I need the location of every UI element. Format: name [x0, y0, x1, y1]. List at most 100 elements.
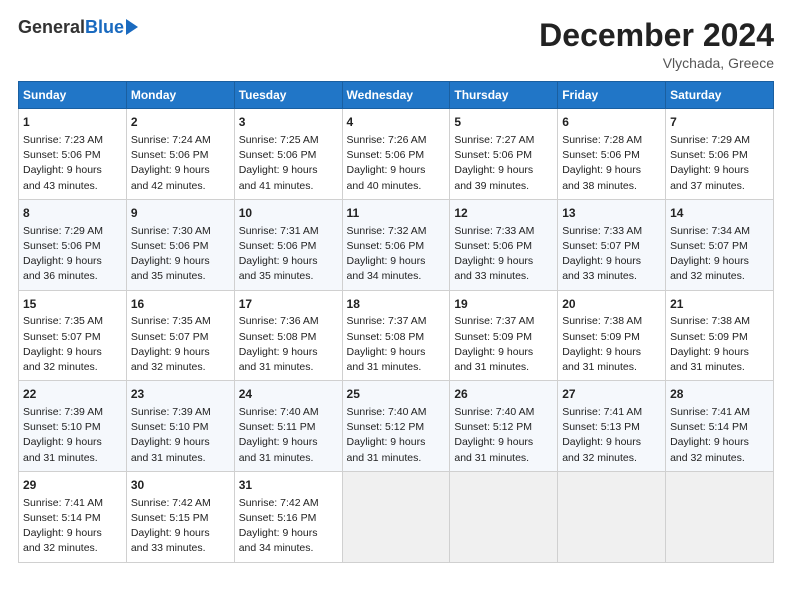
logo-blue: Blue	[85, 18, 124, 38]
calendar-day-cell: 21Sunrise: 7:38 AM Sunset: 5:09 PM Dayli…	[666, 290, 774, 381]
calendar-table: SundayMondayTuesdayWednesdayThursdayFrid…	[18, 81, 774, 562]
day-number: 6	[562, 114, 661, 131]
calendar-day-cell: 27 Sunrise: 7:41 AM Sunset: 5:13 PM Dayli…	[558, 381, 666, 472]
calendar-week-row: 8Sunrise: 7:29 AM Sunset: 5:06 PM Daylig…	[19, 199, 774, 290]
calendar-day-cell	[558, 471, 666, 562]
title-area: December 2024 Vlychada, Greece	[539, 18, 774, 71]
day-info: Sunrise: 7:29 AM Sunset: 5:06 PM Dayligh…	[23, 224, 122, 285]
calendar-header-row: SundayMondayTuesdayWednesdayThursdayFrid…	[19, 82, 774, 109]
calendar-day-cell	[342, 471, 450, 562]
calendar-day-cell: 12 Sunrise: 7:33 AM Sunset: 5:06 PM Dayli…	[450, 199, 558, 290]
weekday-header: Saturday	[666, 82, 774, 109]
day-number: 11	[347, 205, 446, 222]
calendar-day-cell: 23 Sunrise: 7:39 AM Sunset: 5:10 PM Dayli…	[126, 381, 234, 472]
day-number: 21	[670, 296, 769, 313]
logo-text: General Blue	[18, 18, 138, 38]
weekday-header: Monday	[126, 82, 234, 109]
day-info: Sunrise: 7:40 AM Sunset: 5:12 PM Dayligh…	[347, 405, 446, 466]
calendar-week-row: 22 Sunrise: 7:39 AM Sunset: 5:10 PM Dayli…	[19, 381, 774, 472]
day-info: Sunrise: 7:33 AM Sunset: 5:06 PM Dayligh…	[454, 224, 553, 285]
day-info: Sunrise: 7:25 AM Sunset: 5:06 PM Dayligh…	[239, 133, 338, 194]
main-title: December 2024	[539, 18, 774, 53]
day-number: 9	[131, 205, 230, 222]
logo-arrow-icon	[126, 19, 138, 35]
day-number: 20	[562, 296, 661, 313]
day-number: 5	[454, 114, 553, 131]
day-number: 24	[239, 386, 338, 403]
day-info: Sunrise: 7:41 AM Sunset: 5:13 PM Dayligh…	[562, 405, 661, 466]
day-number: 16	[131, 296, 230, 313]
day-number: 4	[347, 114, 446, 131]
calendar-day-cell: 28 Sunrise: 7:41 AM Sunset: 5:14 PM Dayli…	[666, 381, 774, 472]
day-number: 15	[23, 296, 122, 313]
day-info: Sunrise: 7:40 AM Sunset: 5:11 PM Dayligh…	[239, 405, 338, 466]
day-info: Sunrise: 7:37 AM Sunset: 5:09 PM Dayligh…	[454, 314, 553, 375]
day-number: 23	[131, 386, 230, 403]
calendar-day-cell: 20Sunrise: 7:38 AM Sunset: 5:09 PM Dayli…	[558, 290, 666, 381]
calendar-day-cell: 2Sunrise: 7:24 AM Sunset: 5:06 PM Daylig…	[126, 109, 234, 200]
weekday-header: Tuesday	[234, 82, 342, 109]
day-info: Sunrise: 7:28 AM Sunset: 5:06 PM Dayligh…	[562, 133, 661, 194]
calendar-day-cell: 15Sunrise: 7:35 AM Sunset: 5:07 PM Dayli…	[19, 290, 127, 381]
weekday-header: Thursday	[450, 82, 558, 109]
calendar-day-cell: 6 Sunrise: 7:28 AM Sunset: 5:06 PM Daylig…	[558, 109, 666, 200]
day-info: Sunrise: 7:40 AM Sunset: 5:12 PM Dayligh…	[454, 405, 553, 466]
logo: General Blue	[18, 18, 138, 38]
day-number: 25	[347, 386, 446, 403]
logo-general: General	[18, 18, 85, 38]
calendar-day-cell: 25 Sunrise: 7:40 AM Sunset: 5:12 PM Dayli…	[342, 381, 450, 472]
day-number: 18	[347, 296, 446, 313]
day-number: 10	[239, 205, 338, 222]
day-number: 22	[23, 386, 122, 403]
calendar-day-cell: 10Sunrise: 7:31 AM Sunset: 5:06 PM Dayli…	[234, 199, 342, 290]
day-info: Sunrise: 7:37 AM Sunset: 5:08 PM Dayligh…	[347, 314, 446, 375]
day-info: Sunrise: 7:26 AM Sunset: 5:06 PM Dayligh…	[347, 133, 446, 194]
day-info: Sunrise: 7:30 AM Sunset: 5:06 PM Dayligh…	[131, 224, 230, 285]
day-number: 28	[670, 386, 769, 403]
day-number: 2	[131, 114, 230, 131]
day-number: 19	[454, 296, 553, 313]
day-info: Sunrise: 7:39 AM Sunset: 5:10 PM Dayligh…	[23, 405, 122, 466]
day-number: 29	[23, 477, 122, 494]
day-number: 13	[562, 205, 661, 222]
calendar-day-cell: 24 Sunrise: 7:40 AM Sunset: 5:11 PM Dayli…	[234, 381, 342, 472]
day-number: 1	[23, 114, 122, 131]
day-info: Sunrise: 7:38 AM Sunset: 5:09 PM Dayligh…	[562, 314, 661, 375]
calendar-day-cell: 22 Sunrise: 7:39 AM Sunset: 5:10 PM Dayli…	[19, 381, 127, 472]
day-number: 3	[239, 114, 338, 131]
calendar-day-cell: 8Sunrise: 7:29 AM Sunset: 5:06 PM Daylig…	[19, 199, 127, 290]
day-info: Sunrise: 7:35 AM Sunset: 5:07 PM Dayligh…	[131, 314, 230, 375]
day-info: Sunrise: 7:34 AM Sunset: 5:07 PM Dayligh…	[670, 224, 769, 285]
day-number: 26	[454, 386, 553, 403]
day-number: 14	[670, 205, 769, 222]
day-info: Sunrise: 7:36 AM Sunset: 5:08 PM Dayligh…	[239, 314, 338, 375]
calendar-day-cell: 13Sunrise: 7:33 AM Sunset: 5:07 PM Dayli…	[558, 199, 666, 290]
day-number: 12	[454, 205, 553, 222]
calendar-day-cell	[666, 471, 774, 562]
day-info: Sunrise: 7:42 AM Sunset: 5:15 PM Dayligh…	[131, 496, 230, 557]
calendar-day-cell: 3 Sunrise: 7:25 AM Sunset: 5:06 PM Daylig…	[234, 109, 342, 200]
day-info: Sunrise: 7:39 AM Sunset: 5:10 PM Dayligh…	[131, 405, 230, 466]
day-info: Sunrise: 7:35 AM Sunset: 5:07 PM Dayligh…	[23, 314, 122, 375]
calendar-day-cell: 7 Sunrise: 7:29 AM Sunset: 5:06 PM Daylig…	[666, 109, 774, 200]
calendar-week-row: 1 Sunrise: 7:23 AM Sunset: 5:06 PM Daylig…	[19, 109, 774, 200]
day-info: Sunrise: 7:29 AM Sunset: 5:06 PM Dayligh…	[670, 133, 769, 194]
calendar-day-cell: 11 Sunrise: 7:32 AM Sunset: 5:06 PM Dayli…	[342, 199, 450, 290]
day-number: 7	[670, 114, 769, 131]
calendar-day-cell: 16Sunrise: 7:35 AM Sunset: 5:07 PM Dayli…	[126, 290, 234, 381]
day-info: Sunrise: 7:41 AM Sunset: 5:14 PM Dayligh…	[23, 496, 122, 557]
day-info: Sunrise: 7:32 AM Sunset: 5:06 PM Dayligh…	[347, 224, 446, 285]
day-number: 27	[562, 386, 661, 403]
day-number: 30	[131, 477, 230, 494]
weekday-header: Friday	[558, 82, 666, 109]
day-info: Sunrise: 7:41 AM Sunset: 5:14 PM Dayligh…	[670, 405, 769, 466]
weekday-header: Wednesday	[342, 82, 450, 109]
calendar-week-row: 15Sunrise: 7:35 AM Sunset: 5:07 PM Dayli…	[19, 290, 774, 381]
calendar-day-cell: 18Sunrise: 7:37 AM Sunset: 5:08 PM Dayli…	[342, 290, 450, 381]
header: General Blue December 2024 Vlychada, Gre…	[18, 18, 774, 71]
day-info: Sunrise: 7:38 AM Sunset: 5:09 PM Dayligh…	[670, 314, 769, 375]
calendar-day-cell: 4 Sunrise: 7:26 AM Sunset: 5:06 PM Daylig…	[342, 109, 450, 200]
calendar-day-cell: 17Sunrise: 7:36 AM Sunset: 5:08 PM Dayli…	[234, 290, 342, 381]
day-info: Sunrise: 7:23 AM Sunset: 5:06 PM Dayligh…	[23, 133, 122, 194]
calendar-day-cell: 1 Sunrise: 7:23 AM Sunset: 5:06 PM Daylig…	[19, 109, 127, 200]
